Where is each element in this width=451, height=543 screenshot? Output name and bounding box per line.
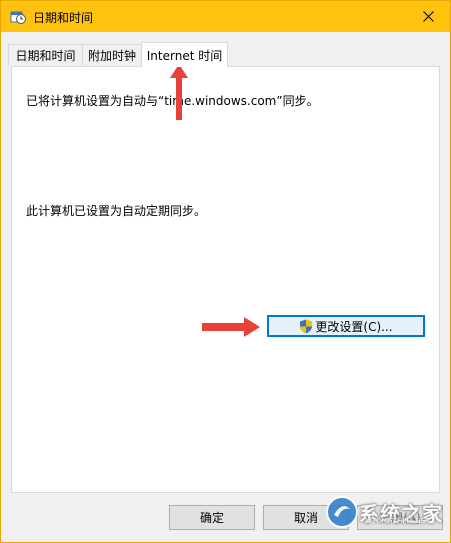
- date-time-dialog: 日期和时间 日期和时间 附加时钟 Internet 时间 已将计算机设置为自动与…: [0, 0, 451, 543]
- uac-shield-icon: [300, 319, 313, 333]
- title-bar[interactable]: 日期和时间: [1, 1, 450, 32]
- date-time-icon: [10, 11, 26, 24]
- close-icon: [422, 11, 434, 22]
- tab-date-time[interactable]: 日期和时间: [8, 44, 83, 66]
- tab-additional-clocks[interactable]: 附加时钟: [82, 44, 142, 66]
- watermark-subtext: XITONGZHIJIA.NET: [365, 517, 430, 525]
- change-settings-button[interactable]: 更改设置(C)...: [267, 315, 425, 337]
- watermark-logo-icon: [326, 496, 358, 528]
- sync-schedule-text: 此计算机已设置为自动定期同步。: [26, 204, 207, 218]
- close-button[interactable]: [406, 1, 450, 32]
- change-settings-label: 更改设置(C)...: [315, 319, 393, 334]
- watermark: 系统之家 XITONGZHIJIA.NET: [325, 495, 443, 529]
- annotation-arrow-up: [170, 64, 188, 120]
- window-title: 日期和时间: [33, 11, 94, 25]
- ok-button[interactable]: 确定: [169, 505, 255, 530]
- tab-internet-time[interactable]: Internet 时间: [141, 42, 228, 67]
- annotation-arrow-right: [202, 317, 260, 337]
- internet-time-panel: 已将计算机设置为自动与“time.windows.com”同步。 此计算机已设置…: [11, 66, 440, 493]
